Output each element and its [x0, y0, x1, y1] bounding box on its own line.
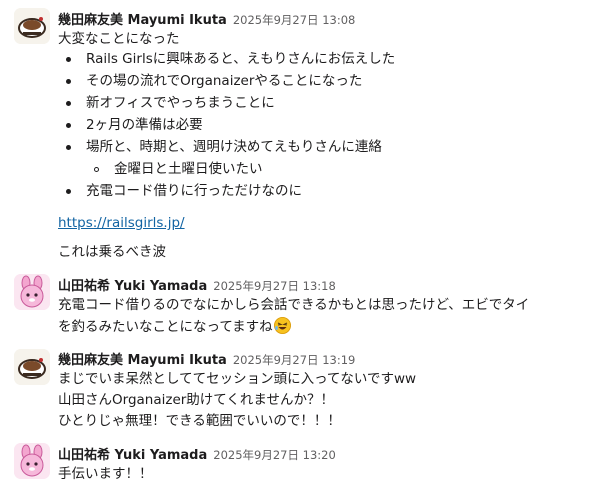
- message-text: 手伝います！！: [58, 466, 153, 482]
- message-text: 充電コード借りるのでなにかしら会話できるかもとは思ったけど、エビでタイ: [58, 297, 530, 313]
- rofl-emoji-icon: [273, 317, 291, 334]
- avatar[interactable]: [14, 274, 50, 310]
- author-name[interactable]: 幾田麻友美 Mayumi Ikuta: [58, 13, 227, 28]
- message-text: を釣るみたいなことになってますね: [58, 319, 273, 335]
- message-header: 山田祐希 Yuki Yamada 2025年9月27日 13:20: [58, 444, 336, 463]
- message-text: 山田さんOrganaizer助けてくれませんか？！: [58, 392, 334, 408]
- message-text: まじでいま呆然としててセッション頭に入ってないですww: [58, 371, 417, 387]
- message-text: これは乗るべき波: [58, 244, 166, 260]
- list-item: 充電コード借りに行っただけなのに: [86, 183, 302, 199]
- list-item: 場所と、時期と、週明け決めてえもりさんに連絡: [86, 139, 382, 155]
- timestamp[interactable]: 2025年9月27日 13:18: [213, 279, 336, 293]
- message-header: 幾田麻友美 Mayumi Ikuta 2025年9月27日 13:19: [58, 349, 355, 368]
- message-header: 幾田麻友美 Mayumi Ikuta 2025年9月27日 13:08: [58, 9, 355, 28]
- avatar[interactable]: [14, 443, 50, 479]
- bullet-dot: [66, 57, 71, 62]
- message-text: 大変なことになった: [58, 31, 180, 47]
- bullet-dot: [66, 145, 71, 150]
- avatar[interactable]: [14, 349, 50, 385]
- list-item: 新オフィスでやっちまうことに: [86, 95, 275, 111]
- bullet-dot: [66, 189, 71, 194]
- list-item: 2ヶ月の準備は必要: [86, 117, 203, 133]
- timestamp[interactable]: 2025年9月27日 13:19: [233, 353, 356, 367]
- sub-list-item: 金曜日と土曜日使いたい: [114, 161, 263, 177]
- timestamp[interactable]: 2025年9月27日 13:08: [233, 13, 356, 27]
- message-text: ひとりじゃ無理！できる範囲でいいので！！！: [58, 413, 341, 429]
- message-header: 山田祐希 Yuki Yamada 2025年9月27日 13:18: [58, 275, 336, 294]
- timestamp[interactable]: 2025年9月27日 13:20: [213, 448, 336, 462]
- bullet-dot: [66, 123, 71, 128]
- author-name[interactable]: 幾田麻友美 Mayumi Ikuta: [58, 353, 227, 368]
- author-name[interactable]: 山田祐希 Yuki Yamada: [58, 279, 207, 294]
- bullet-dot: [66, 101, 71, 106]
- author-name[interactable]: 山田祐希 Yuki Yamada: [58, 448, 207, 463]
- sub-bullet-ring: [94, 167, 99, 172]
- avatar[interactable]: [14, 8, 50, 44]
- list-item: その場の流れでOrganaizerやることになった: [86, 73, 363, 89]
- railsgirls-link[interactable]: https://railsgirls.jp/: [58, 215, 185, 231]
- list-item: Rails Girlsに興味あると、えもりさんにお伝えした: [86, 51, 396, 67]
- bullet-dot: [66, 79, 71, 84]
